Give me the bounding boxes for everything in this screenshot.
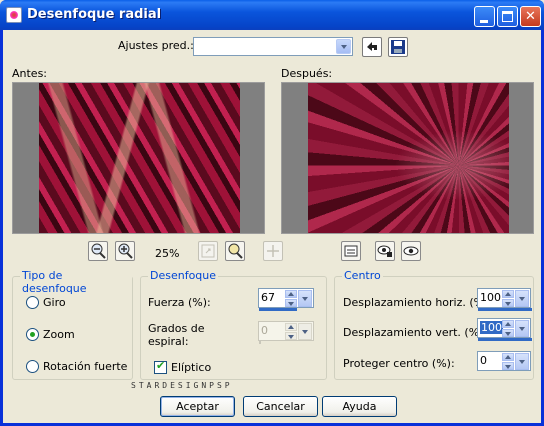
zoom-actual-icon xyxy=(228,243,243,259)
spin-down-icon[interactable] xyxy=(502,329,514,337)
protect-center-value[interactable]: 0 xyxy=(480,354,487,367)
spin-down-icon xyxy=(285,332,297,340)
strength-value[interactable]: 67 xyxy=(261,291,275,304)
zoom-in-button[interactable] xyxy=(115,241,135,261)
after-label: Después: xyxy=(281,67,333,80)
chevron-down-icon[interactable] xyxy=(298,290,312,307)
after-preview-image xyxy=(308,83,509,233)
v-offset-label: Desplazamiento vert. (%): xyxy=(343,326,488,339)
presets-dropdown[interactable] xyxy=(193,37,353,56)
elliptical-label[interactable]: Elíptico xyxy=(171,361,211,374)
presets-label: Ajustes pred.: xyxy=(118,39,194,52)
eye-lock-icon xyxy=(377,245,392,257)
reset-arrow-icon xyxy=(367,42,377,51)
spin-up-icon[interactable] xyxy=(502,290,514,298)
chevron-down-icon xyxy=(298,323,312,340)
chevron-down-icon[interactable] xyxy=(515,353,529,370)
v-offset-value[interactable]: 100 xyxy=(480,321,503,334)
spiral-spinner[interactable]: 0 xyxy=(258,321,314,344)
zoom-out-icon xyxy=(91,243,106,259)
eye-icon xyxy=(403,246,419,256)
h-offset-updown[interactable] xyxy=(502,290,514,307)
protect-center-updown[interactable] xyxy=(502,353,514,370)
before-preview-image xyxy=(39,83,240,233)
strength-spinner[interactable]: 67 xyxy=(258,288,314,311)
h-offset-spinner[interactable]: 100 xyxy=(477,288,532,311)
v-offset-slider[interactable] xyxy=(478,338,532,341)
before-label: Antes: xyxy=(12,67,48,80)
before-preview[interactable] xyxy=(12,82,265,234)
radio-giro[interactable] xyxy=(26,296,39,309)
center-title: Centro xyxy=(342,269,383,282)
blur-group: Desenfoque Fuerza (%): 67 Grados de espi… xyxy=(140,269,327,380)
strength-updown[interactable] xyxy=(285,290,297,307)
zoom-level: 25% xyxy=(155,247,180,260)
spin-up-icon[interactable] xyxy=(285,290,297,298)
blur-type-group: Tipo de desenfoque Giro Zoom Rotación fu… xyxy=(12,269,133,380)
chevron-down-icon[interactable] xyxy=(336,39,351,54)
v-offset-spinner[interactable]: 100 xyxy=(477,318,532,341)
ok-button[interactable]: Aceptar xyxy=(160,396,235,417)
app-icon xyxy=(6,7,22,23)
help-button[interactable]: Ayuda xyxy=(322,396,397,417)
watermark-text: STARDESIGNPSP xyxy=(131,381,233,390)
close-button[interactable]: ✕ xyxy=(520,6,541,27)
radio-rotacion-fuerte[interactable] xyxy=(26,360,39,373)
v-offset-updown[interactable] xyxy=(502,320,514,337)
h-offset-value[interactable]: 100 xyxy=(480,291,501,304)
radio-giro-label[interactable]: Giro xyxy=(43,296,66,309)
after-preview xyxy=(281,82,534,234)
strength-slider[interactable] xyxy=(259,308,297,311)
cancel-button[interactable]: Cancelar xyxy=(243,396,318,417)
dialog-body: Ajustes pred.: Antes: Después: 25% Tipo … xyxy=(3,30,541,423)
auto-proof-button[interactable] xyxy=(375,241,395,261)
save-preset-button[interactable] xyxy=(388,37,408,57)
fit-window-icon xyxy=(201,244,215,258)
spin-down-icon[interactable] xyxy=(502,299,514,307)
dialog-window: Desenfoque radial ✕ Ajustes pred.: Antes… xyxy=(0,0,544,426)
blur-type-title: Tipo de desenfoque xyxy=(20,269,132,295)
zoom-out-button[interactable] xyxy=(88,241,108,261)
protect-center-spinner[interactable]: 0 xyxy=(477,351,531,371)
radio-zoom-label[interactable]: Zoom xyxy=(43,328,75,341)
chevron-down-icon[interactable] xyxy=(515,290,529,307)
pan-button[interactable] xyxy=(263,241,283,261)
zoom-100-button[interactable] xyxy=(225,241,245,261)
radio-rotacion-fuerte-label[interactable]: Rotación fuerte xyxy=(43,360,127,373)
maximize-icon xyxy=(502,11,513,22)
navigator-button[interactable] xyxy=(341,241,361,261)
spin-up-icon xyxy=(285,323,297,331)
window-title: Desenfoque radial xyxy=(27,7,162,22)
navigator-icon xyxy=(344,245,358,257)
spin-up-icon[interactable] xyxy=(502,320,514,328)
radio-zoom[interactable] xyxy=(26,328,39,341)
blur-title: Desenfoque xyxy=(148,269,219,282)
proof-button[interactable] xyxy=(401,241,421,261)
spiral-updown xyxy=(285,323,297,340)
elliptical-checkbox[interactable] xyxy=(154,359,167,374)
h-offset-slider[interactable] xyxy=(478,308,532,311)
close-icon: ✕ xyxy=(525,9,536,24)
chevron-down-icon[interactable] xyxy=(515,320,529,337)
center-group: Centro Desplazamiento horiz. (%): 100 De… xyxy=(334,269,534,380)
spin-down-icon[interactable] xyxy=(285,299,297,307)
maximize-button[interactable] xyxy=(497,6,518,27)
spin-down-icon[interactable] xyxy=(502,362,514,370)
floppy-disk-icon xyxy=(391,40,405,54)
spin-up-icon[interactable] xyxy=(502,353,514,361)
protect-center-label: Proteger centro (%): xyxy=(343,357,455,370)
minimize-button[interactable] xyxy=(474,6,495,27)
spiral-value: 0 xyxy=(261,324,268,337)
fit-window-button[interactable] xyxy=(198,241,218,261)
reset-presets-button[interactable] xyxy=(362,37,382,57)
zoom-in-icon xyxy=(118,243,133,259)
strength-label: Fuerza (%): xyxy=(148,296,211,309)
spiral-label-line1: Grados de xyxy=(148,322,205,335)
spiral-label-line2: espiral: xyxy=(148,335,189,348)
title-bar[interactable]: Desenfoque radial ✕ xyxy=(0,0,544,30)
h-offset-label: Desplazamiento horiz. (%): xyxy=(343,296,493,309)
minimize-icon xyxy=(480,20,488,23)
move-arrows-icon xyxy=(267,245,279,257)
spiral-slider xyxy=(259,341,261,344)
